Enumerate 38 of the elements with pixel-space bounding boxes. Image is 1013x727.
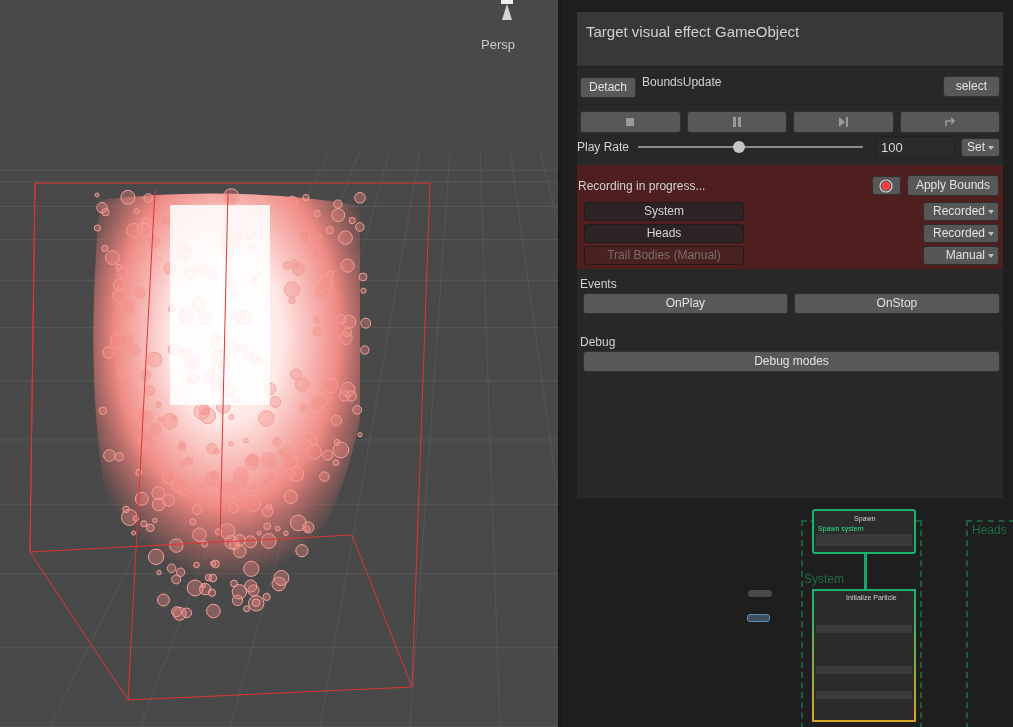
play-rate-field[interactable]: 100 <box>875 135 955 159</box>
caret-icon <box>988 253 994 258</box>
loop-icon <box>944 116 955 127</box>
property-node[interactable] <box>747 614 770 622</box>
property-node[interactable] <box>748 590 772 597</box>
system-name: System <box>584 202 744 221</box>
play-rate-label: Play Rate <box>577 139 630 157</box>
record-icon <box>879 178 894 193</box>
playback-button[interactable] <box>580 110 681 133</box>
camera-label[interactable]: Persp <box>481 35 515 55</box>
caret-icon <box>988 209 994 214</box>
playback-button[interactable] <box>686 110 787 133</box>
caret-icon <box>988 145 994 150</box>
debug-modes-button[interactable]: Debug modes <box>583 351 1000 372</box>
system-label: Heads <box>972 522 1007 539</box>
event-button[interactable]: OnStop <box>793 293 1000 314</box>
system-name: Heads <box>584 224 744 243</box>
playback-button[interactable] <box>793 110 894 133</box>
record-button[interactable] <box>871 176 901 195</box>
set-dropdown[interactable]: Set <box>961 137 1000 157</box>
gizmo-cone-icon[interactable] <box>501 0 513 20</box>
system-label: System <box>804 571 844 588</box>
stop-icon <box>625 116 636 127</box>
step-icon <box>838 116 849 127</box>
caret-icon <box>988 231 994 236</box>
recording-status: Recording in progress... <box>578 177 706 195</box>
section-label: Debug <box>580 334 617 351</box>
select-button[interactable]: select <box>942 75 1000 97</box>
section-label: Events <box>580 276 618 293</box>
detach-button[interactable]: Detach <box>580 76 637 98</box>
bounds-mode-dropdown[interactable]: Recorded <box>923 202 999 221</box>
system-name: Trail Bodies (Manual) <box>584 246 744 265</box>
object-name: BoundsUpdate <box>642 73 722 91</box>
apply-bounds-button[interactable]: Apply Bounds <box>906 175 999 196</box>
bounds-mode-dropdown[interactable]: Recorded <box>923 224 999 243</box>
panel-title: Target visual effect GameObject <box>577 12 1003 67</box>
event-button[interactable]: OnPlay <box>583 293 788 314</box>
pause-icon <box>731 116 742 127</box>
